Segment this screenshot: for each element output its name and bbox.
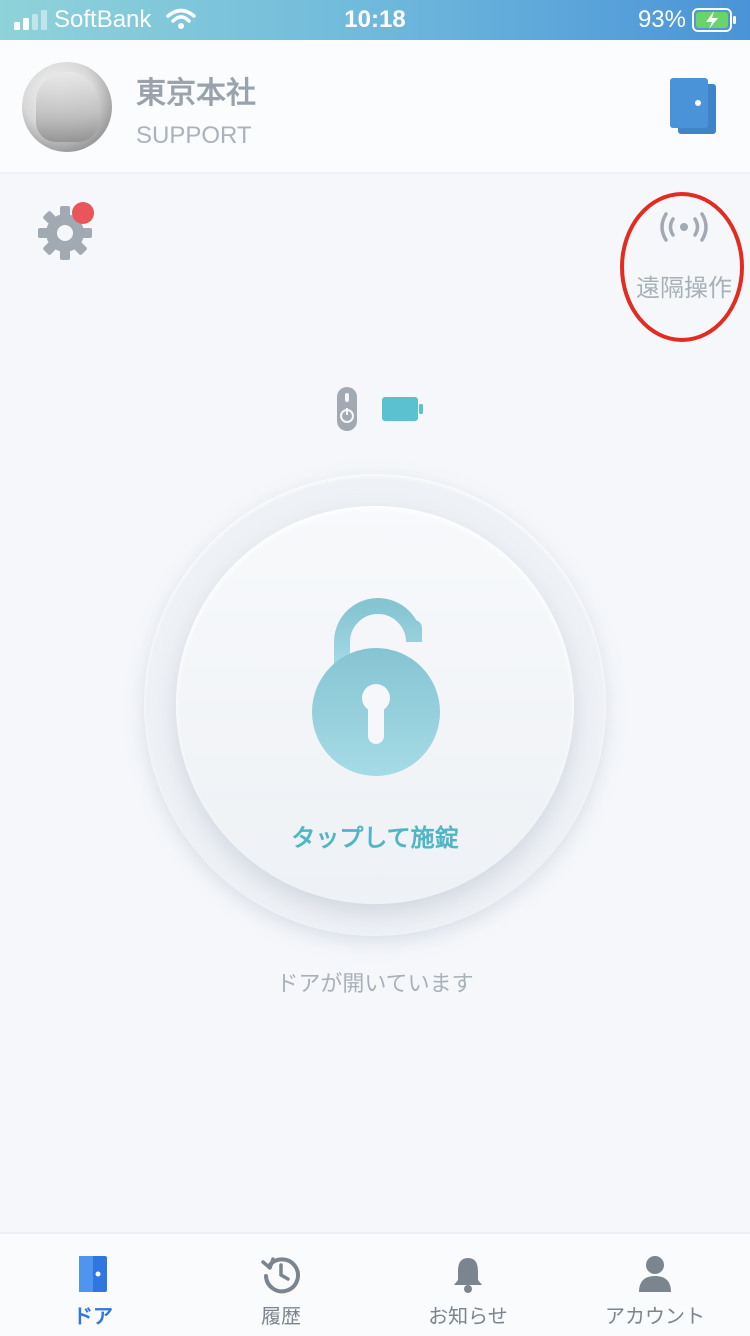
battery-icon <box>382 397 423 421</box>
person-icon <box>639 1256 671 1292</box>
tab-account[interactable]: アカウント <box>580 1234 730 1336</box>
door-switch-icon[interactable] <box>668 78 720 136</box>
unlocked-padlock-icon <box>312 598 440 776</box>
tab-door[interactable]: ドア <box>18 1234 168 1336</box>
notification-badge <box>72 202 94 224</box>
status-bar: SoftBank 10:18 93% <box>0 0 750 40</box>
tab-notifications-label: お知らせ <box>428 1304 508 1328</box>
key-fob-icon <box>337 387 357 431</box>
header: 東京本社 SUPPORT <box>0 40 750 174</box>
highlight-ring <box>620 192 744 342</box>
tab-bar: ドア 履歴 お知らせ アカウント <box>0 1232 750 1336</box>
history-icon <box>261 1257 300 1294</box>
battery-percentage: 93% <box>637 6 686 33</box>
battery-charging-icon <box>692 8 736 32</box>
organization-role: SUPPORT <box>136 122 252 149</box>
remote-operation-button[interactable]: 遠隔操作 <box>620 192 748 348</box>
tab-door-label: ドア <box>73 1304 113 1328</box>
door-icon <box>79 1256 107 1292</box>
bell-icon <box>454 1258 482 1293</box>
door-status-text: ドアが開いています <box>276 972 474 997</box>
organization-name: 東京本社 <box>136 76 256 111</box>
tab-history[interactable]: 履歴 <box>206 1234 356 1336</box>
lock-action-label: タップして施錠 <box>291 824 459 852</box>
tab-account-label: アカウント <box>605 1304 705 1328</box>
tab-history-label: 履歴 <box>261 1304 301 1328</box>
avatar[interactable] <box>22 62 112 152</box>
tab-notifications[interactable]: お知らせ <box>393 1234 543 1336</box>
